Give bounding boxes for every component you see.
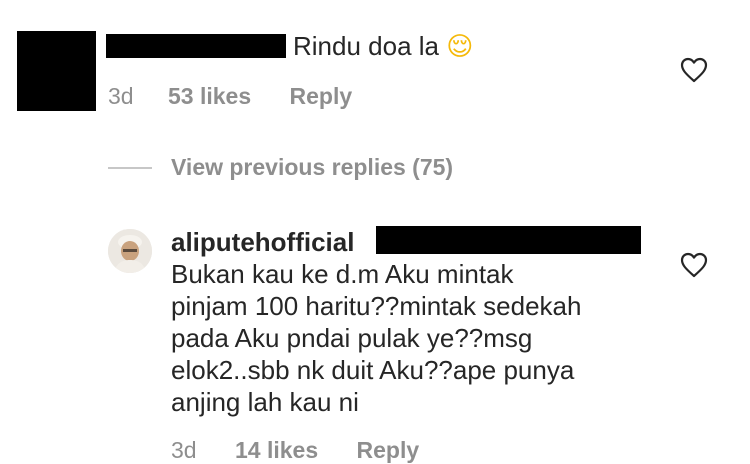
reply-avatar-image <box>108 229 152 273</box>
reply-username-text: aliputehofficial <box>171 227 355 257</box>
view-previous-replies-link[interactable]: View previous replies (75) <box>171 154 453 181</box>
reply-avatar[interactable] <box>108 229 152 273</box>
reply-time: 3d <box>171 437 197 463</box>
replies-divider-line <box>108 167 152 169</box>
comment-text-body: Rindu doa la <box>293 31 439 61</box>
comment-text: Rindu doa la 😌 <box>293 30 473 63</box>
reply-meta: 3d 14 likes Reply <box>171 437 419 464</box>
reply-text-line: pinjam 100 haritu??mintak sedekah <box>171 291 582 321</box>
reply-username[interactable]: aliputehofficial <box>171 226 354 258</box>
mention-redacted[interactable] <box>376 226 641 254</box>
comment-likes[interactable]: 53 likes <box>168 83 251 109</box>
reply-text-line: elok2..sbb nk duit Aku??ape punya <box>171 355 575 385</box>
relieved-face-emoji: 😌 <box>446 32 474 62</box>
comment-time: 3d <box>108 83 134 109</box>
comment-meta: 3d 53 likes Reply <box>108 83 352 110</box>
reply-likes[interactable]: 14 likes <box>235 437 318 463</box>
reply-button[interactable]: Reply <box>290 83 353 109</box>
reply-reply-button[interactable]: Reply <box>357 437 420 463</box>
reply-like-heart-icon[interactable] <box>680 252 708 278</box>
avatar-redacted[interactable] <box>17 31 96 111</box>
reply-text-line: pada Aku pndai pulak ye??msg <box>171 323 533 353</box>
reply-text-line: anjing lah kau ni <box>171 387 359 417</box>
view-previous-replies-label: View previous replies (75) <box>171 154 454 180</box>
like-heart-icon[interactable] <box>680 57 708 83</box>
reply-text-line: Bukan kau ke d.m Aku mintak <box>171 259 514 289</box>
username-redacted[interactable] <box>106 34 286 58</box>
reply-text: Bukan kau ke d.m Aku mintak pinjam 100 h… <box>171 258 651 418</box>
